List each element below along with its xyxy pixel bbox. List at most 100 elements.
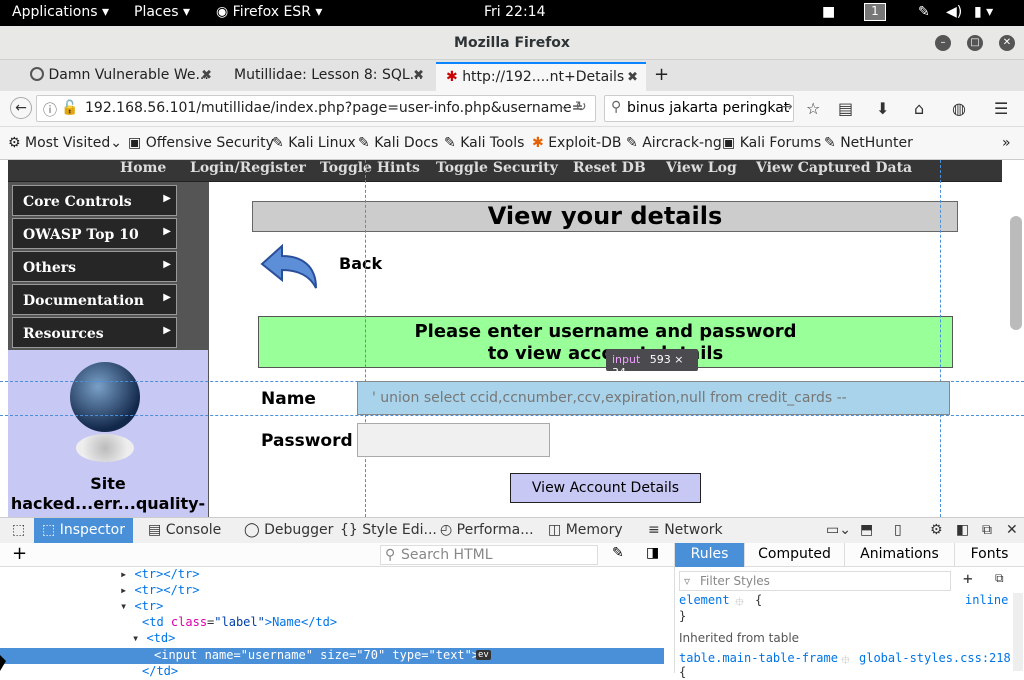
pick-element-icon[interactable]: ⬚ bbox=[4, 518, 33, 543]
maximize-icon[interactable]: □ bbox=[967, 35, 983, 51]
menu-view-captured-data[interactable]: View Captured Data bbox=[756, 160, 912, 176]
reader-list-icon[interactable]: ▤ bbox=[838, 99, 853, 118]
rule-source-link[interactable]: global-styles.css:218 bbox=[859, 651, 1011, 665]
menu-reset-db[interactable]: Reset DB bbox=[573, 160, 646, 176]
camera-icon[interactable]: ■ bbox=[822, 4, 835, 20]
menu-toggle-hints[interactable]: Toggle Hints bbox=[320, 160, 420, 176]
new-tab-button[interactable]: + bbox=[652, 62, 676, 91]
bookmark-star-icon[interactable]: ☆ bbox=[806, 99, 820, 118]
clock[interactable]: Fri 22:14 bbox=[484, 4, 545, 20]
network-icon[interactable]: ✎ bbox=[918, 4, 930, 20]
info-icon[interactable]: ⓘ bbox=[43, 100, 57, 120]
menu-view-log[interactable]: View Log bbox=[666, 160, 737, 176]
rule-selector[interactable]: table.main-table-frame bbox=[679, 651, 838, 665]
tab-fonts[interactable]: Fonts bbox=[954, 543, 1024, 567]
power-icon[interactable]: ▮ ▾ bbox=[974, 4, 993, 20]
search-bar[interactable]: ⚲ binus jakarta peringkat → bbox=[604, 95, 794, 122]
tab-debugger[interactable]: ◯ Debugger bbox=[236, 518, 341, 543]
side-item-resources[interactable]: Resources ▶ bbox=[12, 317, 177, 348]
home-icon[interactable]: ⌂ bbox=[914, 99, 924, 118]
hamburger-menu-icon[interactable]: ☰ bbox=[994, 99, 1008, 118]
close-icon[interactable]: ✕ bbox=[999, 35, 1015, 51]
responsive-icon[interactable]: ▯ bbox=[886, 518, 910, 543]
add-node-icon[interactable]: + bbox=[12, 543, 27, 564]
go-arrow-icon[interactable]: → bbox=[781, 99, 793, 115]
side-item-documentation[interactable]: Documentation ▶ bbox=[12, 284, 177, 315]
back-arrow-icon[interactable]: ← bbox=[10, 97, 32, 119]
add-rule-icon[interactable]: + bbox=[963, 569, 973, 588]
tab-console[interactable]: ▤ Console bbox=[140, 518, 229, 543]
download-icon[interactable]: ⬇ bbox=[876, 99, 889, 118]
bookmark-aircrack-ng[interactable]: ✎ Aircrack-ng bbox=[626, 135, 722, 151]
bookmark-nethunter[interactable]: ✎ NetHunter bbox=[824, 135, 913, 151]
tab-rules[interactable]: Rules bbox=[674, 543, 744, 567]
toggle-pseudo-icon[interactable]: ⧉ bbox=[995, 571, 1004, 586]
tree-node[interactable]: ▾ <td> bbox=[0, 631, 664, 647]
close-tab-icon[interactable]: ✖ bbox=[201, 68, 212, 83]
bookmark-offensive-security[interactable]: ▣ Offensive Security bbox=[128, 135, 274, 151]
bookmark-kali-docs[interactable]: ✎ Kali Docs bbox=[358, 135, 438, 151]
close-devtools-icon[interactable]: ✕ bbox=[998, 518, 1024, 543]
close-tab-icon[interactable]: ✖ bbox=[413, 68, 424, 83]
insecure-lock-icon[interactable]: 🔓 bbox=[61, 100, 78, 116]
event-badge[interactable]: ev bbox=[476, 650, 491, 660]
dropdown-icon[interactable]: ⌄ bbox=[559, 98, 571, 114]
volume-icon[interactable]: ◀) bbox=[946, 4, 962, 20]
tree-node[interactable]: ▾ <tr> bbox=[0, 599, 664, 615]
username-input[interactable]: ' union select ccid,ccnumber,ccv,expirat… bbox=[357, 381, 950, 415]
menu-toggle-security[interactable]: Toggle Security bbox=[436, 160, 558, 176]
side-item-core-controls[interactable]: Core Controls ▶ bbox=[12, 185, 177, 216]
back-arrow-icon[interactable] bbox=[258, 240, 320, 296]
bookmark-kali-tools[interactable]: ✎ Kali Tools bbox=[444, 135, 524, 151]
tree-node[interactable]: </td> bbox=[0, 664, 664, 680]
workspace-indicator[interactable]: 1 bbox=[864, 3, 886, 21]
tab-active-details[interactable]: ✱ http://192....nt+Details ✖ bbox=[436, 62, 646, 91]
side-item-owasp-top-10[interactable]: OWASP Top 10 ▶ bbox=[12, 218, 177, 249]
url-bar[interactable]: ⓘ 🔓 192.168.56.101/mutillidae/index.php?… bbox=[36, 95, 596, 122]
tab-network[interactable]: ≡ Network bbox=[640, 518, 731, 543]
menu-home[interactable]: Home bbox=[120, 160, 166, 176]
highlight-selector-icon[interactable]: ⯐ bbox=[841, 651, 850, 672]
tab-memory[interactable]: ◫ Memory bbox=[540, 518, 631, 543]
tab-performance[interactable]: ◴ Performa... bbox=[432, 518, 542, 543]
undock-icon[interactable]: ⧉ bbox=[974, 518, 1000, 543]
side-item-others[interactable]: Others ▶ bbox=[12, 251, 177, 282]
page-scrollbar[interactable] bbox=[1010, 216, 1022, 330]
tab-animations[interactable]: Animations bbox=[844, 543, 954, 567]
places-menu[interactable]: Places ▾ bbox=[134, 4, 190, 20]
search-html-input[interactable]: ⚲ Search HTML bbox=[380, 545, 598, 565]
tab-inspector[interactable]: ⬚ Inspector bbox=[34, 518, 133, 543]
pocket-icon[interactable]: ◍ bbox=[952, 99, 966, 118]
tree-node-selected[interactable]: <input name="username" size="70" type="t… bbox=[0, 648, 664, 664]
highlight-selector-icon[interactable]: ⯐ bbox=[735, 593, 744, 614]
password-input[interactable] bbox=[357, 423, 550, 457]
tree-node[interactable]: ▸ <tr></tr> bbox=[0, 567, 664, 583]
settings-gear-icon[interactable]: ⚙ bbox=[922, 518, 951, 543]
eyedropper-icon[interactable]: ✎ bbox=[612, 545, 624, 561]
rules-scrollbar[interactable] bbox=[1013, 593, 1023, 671]
frame-icon[interactable]: ⬒ bbox=[852, 518, 881, 543]
tab-dvwa[interactable]: Damn Vulnerable We... ✖ bbox=[20, 62, 220, 91]
back-link[interactable]: Back bbox=[339, 254, 382, 273]
menu-login-register[interactable]: Login/Register bbox=[190, 160, 306, 176]
bookmark-most-visited[interactable]: ⚙ Most Visited⌄ bbox=[8, 135, 122, 151]
more-bookmarks-icon[interactable]: » bbox=[1002, 135, 1011, 151]
tab-computed[interactable]: Computed bbox=[744, 543, 844, 567]
tree-node[interactable]: ▸ <tr></tr> bbox=[0, 583, 664, 599]
dock-side-icon[interactable]: ◧ bbox=[948, 518, 977, 543]
close-tab-icon[interactable]: ✖ bbox=[627, 70, 638, 85]
tree-node[interactable]: <td class="label">Name</td> bbox=[0, 615, 664, 631]
filter-styles-input[interactable]: ▿ Filter Styles bbox=[679, 571, 951, 591]
bookmark-exploit-db[interactable]: ✱ Exploit-DB bbox=[532, 135, 621, 151]
reload-icon[interactable]: ↻ bbox=[575, 99, 587, 115]
rule-source-inline[interactable]: inline bbox=[965, 593, 1008, 607]
applications-menu[interactable]: Applications ▾ bbox=[12, 4, 109, 20]
rule-selector-element[interactable]: element bbox=[679, 593, 730, 607]
bookmark-kali-forums[interactable]: ▣ Kali Forums bbox=[722, 135, 821, 151]
toggle-sidebar-icon[interactable]: ◨ bbox=[646, 545, 659, 561]
tab-mutillidae-lesson[interactable]: Mutillidae: Lesson 8: SQL... ✖ bbox=[224, 62, 432, 91]
tab-style-editor[interactable]: {} Style Edi... bbox=[332, 518, 445, 543]
minimize-icon[interactable]: – bbox=[935, 35, 951, 51]
firefox-app-menu[interactable]: ◉ Firefox ESR ▾ bbox=[216, 4, 322, 20]
view-account-details-button[interactable]: View Account Details bbox=[510, 473, 701, 503]
